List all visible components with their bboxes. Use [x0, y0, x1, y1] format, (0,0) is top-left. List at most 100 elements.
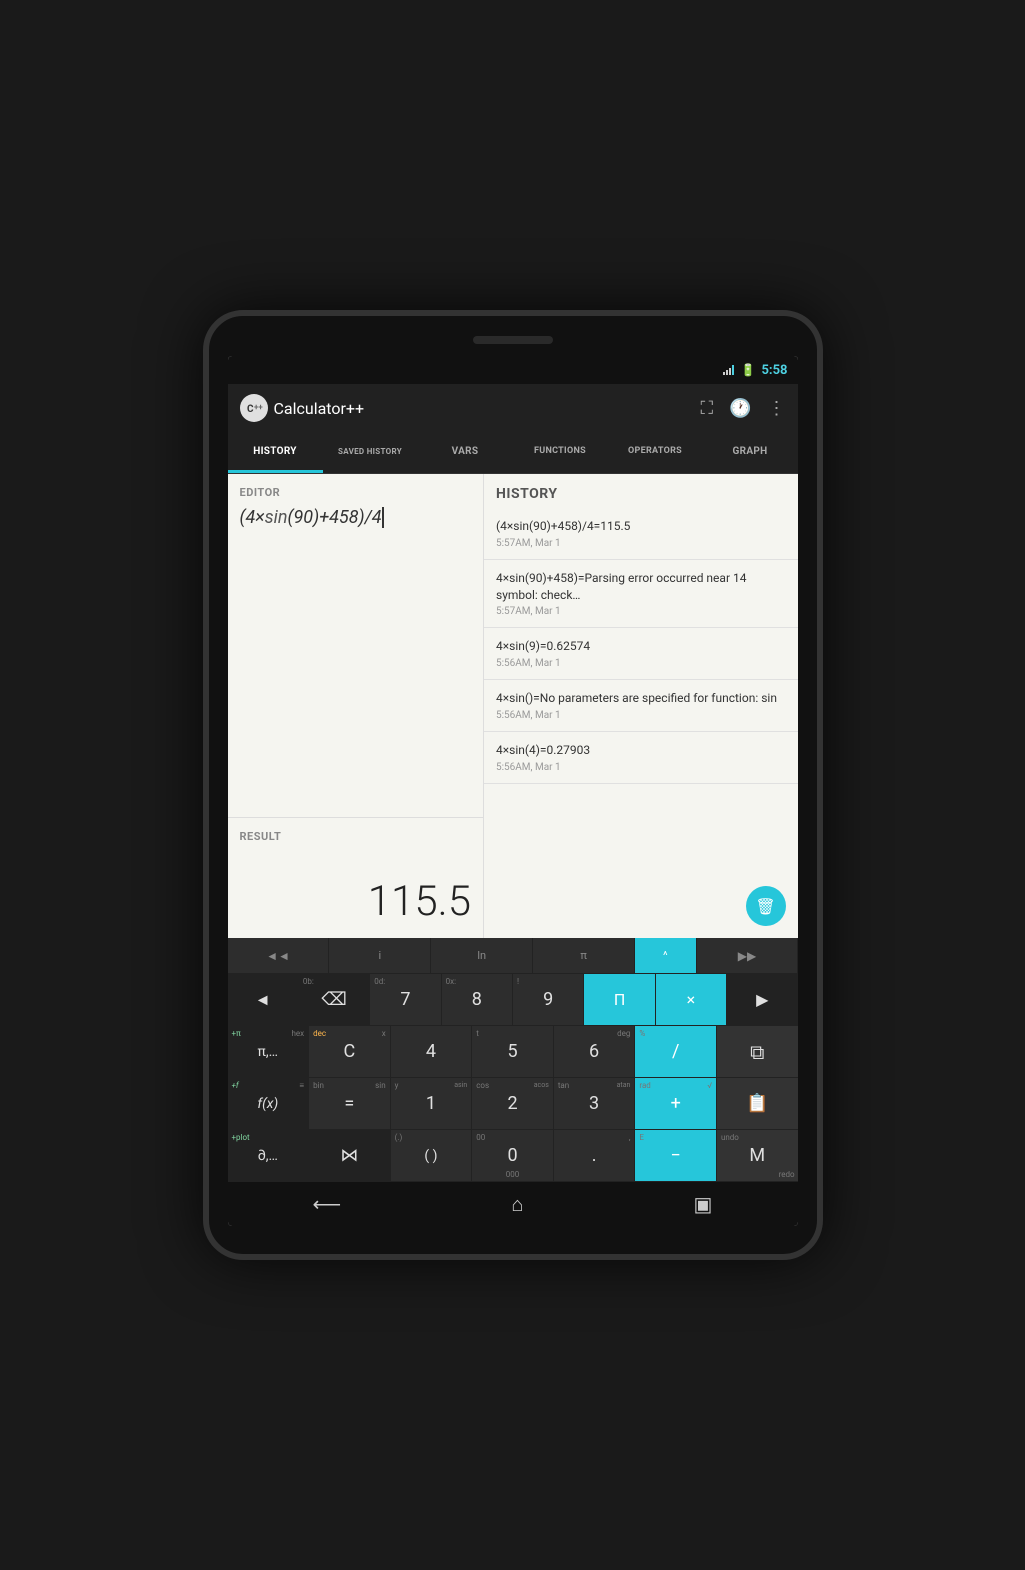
tab-saved-history[interactable]: SAVED HISTORY — [323, 432, 418, 473]
back-button[interactable]: ⟵ — [313, 1192, 342, 1216]
sub-00: 00 — [476, 1133, 485, 1142]
key-clear[interactable]: dec C x — [309, 1026, 391, 1077]
key-6-label: 6 — [589, 1041, 599, 1062]
history-time-4: 5:56AM, Mar 1 — [496, 762, 786, 773]
tab-functions[interactable]: FUNCTIONS — [513, 432, 608, 473]
key-5[interactable]: t 5 — [472, 1026, 554, 1077]
tab-graph[interactable]: GRAPH — [703, 432, 798, 473]
status-time: 5:58 — [761, 363, 787, 378]
more-menu-icon[interactable]: ⋮ — [768, 398, 786, 419]
app-logo: C ++ — [240, 394, 268, 422]
key-minus[interactable]: E − — [635, 1130, 717, 1181]
key-ln[interactable]: ln — [431, 938, 533, 973]
home-button[interactable]: ⌂ — [511, 1192, 523, 1217]
key-4[interactable]: 4 — [391, 1026, 473, 1077]
key-divide-label: / — [672, 1041, 679, 1062]
key-forward[interactable]: ▶▶ — [697, 938, 798, 973]
result-value: 115.5 — [240, 877, 472, 926]
key-pi-label: π,… — [258, 1044, 278, 1060]
tab-vars[interactable]: VARS — [418, 432, 513, 473]
kb-row-2: +π π,… hex dec C x 4 t 5 deg — [228, 1026, 798, 1078]
key-8[interactable]: 0x: 8 — [442, 974, 513, 1025]
sub-comma: , — [629, 1133, 631, 1142]
status-icons: 🔋 — [723, 363, 756, 377]
key-equals-label: = — [344, 1093, 354, 1114]
sub-parens-dot: (.) — [395, 1133, 403, 1142]
key-6[interactable]: deg 6 — [554, 1026, 636, 1077]
sub-deg: deg — [617, 1029, 630, 1038]
recents-button[interactable]: ▣ — [694, 1192, 713, 1216]
key-dot[interactable]: , . — [554, 1130, 636, 1181]
tab-history[interactable]: HISTORY — [228, 432, 323, 473]
key-pi-etc[interactable]: +π π,… hex — [228, 1026, 310, 1077]
sub-plus-f: +f — [232, 1081, 239, 1090]
sub-redo: redo — [779, 1170, 795, 1179]
kb-row-0: ◄◄ i ln π ^ ▶▶ — [228, 938, 798, 974]
kb-row-1: ◄ 0b: ⌫ 0d: 7 0x: 8 ! 9 Π × — [228, 974, 798, 1026]
key-backspace[interactable]: 0b: ⌫ — [299, 974, 370, 1025]
key-divide[interactable]: % / — [635, 1026, 717, 1077]
key-equals[interactable]: bin = sin — [309, 1078, 391, 1129]
sub-x: x — [382, 1029, 386, 1038]
header-icons: ⛶ 🕐 ⋮ — [700, 398, 785, 419]
history-pane[interactable]: HISTORY (4×sin(90)+458)/4=115.5 5:57AM, … — [484, 474, 798, 938]
sub-rad: rad — [639, 1081, 650, 1090]
key-multiply[interactable]: × — [656, 974, 727, 1025]
key-1[interactable]: y 1 asin — [391, 1078, 473, 1129]
key-8-label: 8 — [472, 989, 482, 1010]
history-item-3[interactable]: 4×sin()=No parameters are specified for … — [484, 680, 798, 732]
key-m-label: M — [749, 1145, 765, 1166]
history-item-1[interactable]: 4×sin(90)+458)=Parsing error occurred ne… — [484, 560, 798, 629]
key-3-label: 3 — [589, 1093, 599, 1114]
history-time-3: 5:56AM, Mar 1 — [496, 710, 786, 721]
sub-atan: atan — [617, 1081, 631, 1089]
sub-sqrt: √ — [707, 1081, 712, 1090]
kb-row-4: +plot ∂,… ⋈ (.) ( ) 00 0 000 , . — [228, 1130, 798, 1182]
svg-text:C: C — [247, 404, 254, 415]
history-item-4[interactable]: 4×sin(4)=0.27903 5:56AM, Mar 1 — [484, 732, 798, 784]
key-copy[interactable]: ⧉ — [717, 1026, 798, 1077]
tab-operators[interactable]: OPERATORS — [608, 432, 703, 473]
fullscreen-icon[interactable]: ⛶ — [700, 398, 713, 419]
key-function[interactable]: +f f(x) ≡ — [228, 1078, 310, 1129]
key-7[interactable]: 0d: 7 — [370, 974, 441, 1025]
sub-plot: +plot — [232, 1133, 250, 1142]
key-pi-top[interactable]: π — [533, 938, 635, 973]
key-deriv[interactable]: +plot ∂,… — [228, 1130, 310, 1181]
key-caret-top[interactable]: ^ — [635, 938, 697, 973]
history-icon[interactable]: 🕐 — [729, 398, 751, 419]
key-paste[interactable]: 📋 — [717, 1078, 798, 1129]
screen: 🔋 5:58 C ++ Calculator++ ⛶ 🕐 ⋮ HISTORY — [228, 356, 798, 1226]
backspace-icon: ⌫ — [321, 989, 346, 1010]
sub-E: E — [639, 1133, 644, 1142]
key-share[interactable]: ⋈ — [309, 1130, 391, 1181]
history-time-1: 5:57AM, Mar 1 — [496, 606, 786, 617]
history-expr-2: 4×sin(9)=0.62574 — [496, 638, 786, 655]
key-0-label: 0 — [507, 1145, 517, 1166]
key-plus[interactable]: rad + √ — [635, 1078, 717, 1129]
key-left-arrow[interactable]: ◄ — [228, 974, 299, 1025]
history-item-2[interactable]: 4×sin(9)=0.62574 5:56AM, Mar 1 — [484, 628, 798, 680]
key-memory[interactable]: undo M redo — [717, 1130, 798, 1181]
editor-expression[interactable]: (4×sin(90)+458)/4​ — [240, 505, 472, 530]
delete-history-button[interactable]: 🗑 — [746, 886, 786, 926]
key-pi-product[interactable]: Π — [584, 974, 655, 1025]
history-item-0[interactable]: (4×sin(90)+458)/4=115.5 5:57AM, Mar 1 — [484, 508, 798, 560]
key-parens[interactable]: (.) ( ) — [391, 1130, 473, 1181]
battery-icon: 🔋 — [741, 363, 756, 377]
key-9[interactable]: ! 9 — [513, 974, 584, 1025]
key-right-arrow[interactable]: ▶ — [727, 974, 797, 1025]
sub-equiv: ≡ — [299, 1081, 304, 1090]
key-dot-label: . — [592, 1145, 597, 1166]
key-minus-label: − — [671, 1145, 681, 1166]
key-0[interactable]: 00 0 000 — [472, 1130, 554, 1181]
history-expr-0: (4×sin(90)+458)/4=115.5 — [496, 518, 786, 535]
key-rewind[interactable]: ◄◄ — [228, 938, 330, 973]
key-2[interactable]: cos 2 acos — [472, 1078, 554, 1129]
trash-icon: 🗑 — [755, 897, 775, 916]
key-3[interactable]: tan 3 atan — [554, 1078, 636, 1129]
sub-y: y — [395, 1081, 399, 1090]
sub-bin: bin — [313, 1081, 324, 1090]
sub-asin: asin — [454, 1081, 467, 1089]
key-i[interactable]: i — [329, 938, 431, 973]
